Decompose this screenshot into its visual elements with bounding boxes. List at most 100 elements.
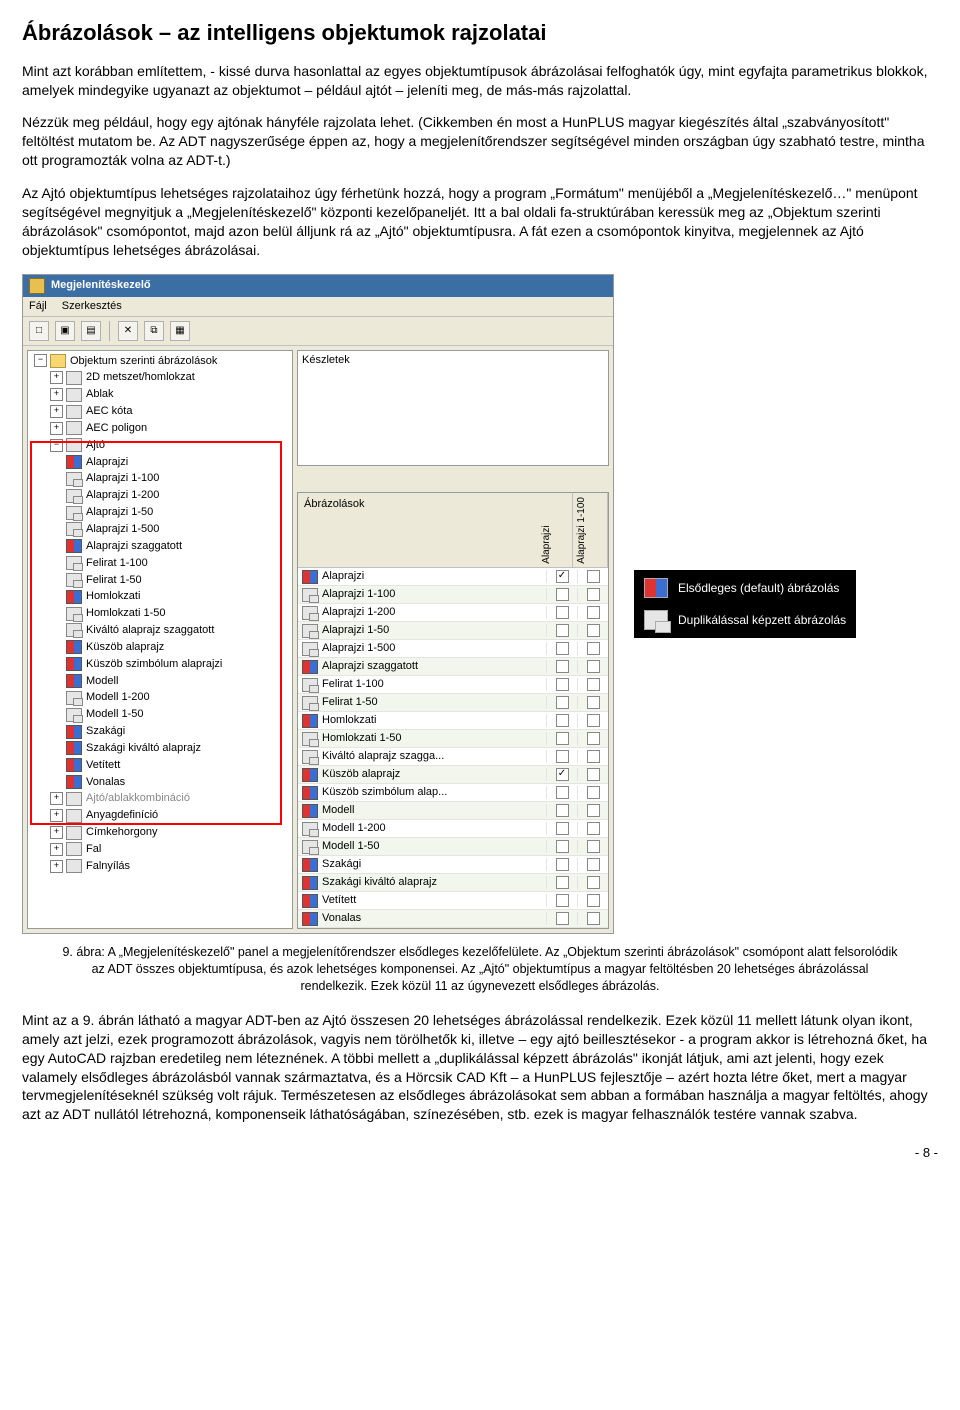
- matrix-row[interactable]: Modell 1-50: [298, 838, 608, 856]
- matrix-row[interactable]: Alaprajzi szaggatott: [298, 658, 608, 676]
- tree-leaf[interactable]: Homlokzati: [30, 588, 290, 605]
- checkbox[interactable]: [556, 642, 569, 655]
- expand-icon[interactable]: +: [50, 388, 63, 401]
- tree-leaf[interactable]: Küszöb alaprajz: [30, 639, 290, 656]
- checkbox[interactable]: [556, 606, 569, 619]
- tree-node[interactable]: +Címkehorgony: [30, 824, 290, 841]
- checkbox[interactable]: [556, 588, 569, 601]
- tree-leaf[interactable]: Modell: [30, 673, 290, 690]
- checkbox[interactable]: [587, 588, 600, 601]
- matrix-row[interactable]: Alaprajzi 1-500: [298, 640, 608, 658]
- checkbox[interactable]: [556, 786, 569, 799]
- checkbox[interactable]: ✓: [556, 768, 569, 781]
- tree-leaf[interactable]: Szakági: [30, 723, 290, 740]
- tree-root[interactable]: − Objektum szerinti ábrázolások: [30, 353, 290, 370]
- window-titlebar[interactable]: Megjelenítéskezelő: [23, 275, 613, 297]
- tree-leaf[interactable]: Kiváltó alaprajz szaggatott: [30, 622, 290, 639]
- matrix-row[interactable]: Kiváltó alaprajz szagga...: [298, 748, 608, 766]
- checkbox[interactable]: [587, 678, 600, 691]
- checkbox[interactable]: [556, 858, 569, 871]
- checkbox[interactable]: [556, 912, 569, 925]
- checkbox[interactable]: [587, 624, 600, 637]
- tree-leaf[interactable]: Alaprajzi 1-50: [30, 504, 290, 521]
- checkbox[interactable]: [587, 822, 600, 835]
- tool-open-icon[interactable]: ▣: [55, 321, 75, 341]
- expand-icon[interactable]: +: [50, 860, 63, 873]
- expand-icon[interactable]: −: [50, 439, 63, 452]
- matrix-row[interactable]: Modell: [298, 802, 608, 820]
- matrix-row[interactable]: Vonalas: [298, 910, 608, 928]
- tree-leaf[interactable]: Alaprajzi 1-200: [30, 487, 290, 504]
- checkbox[interactable]: [587, 804, 600, 817]
- matrix-row[interactable]: Alaprajzi 1-200: [298, 604, 608, 622]
- checkbox[interactable]: [587, 894, 600, 907]
- menu-edit[interactable]: Szerkesztés: [62, 300, 122, 312]
- expand-icon[interactable]: +: [50, 792, 63, 805]
- tool-new-icon[interactable]: □: [29, 321, 49, 341]
- checkbox[interactable]: [556, 714, 569, 727]
- tree-leaf[interactable]: Modell 1-50: [30, 706, 290, 723]
- tree-leaf[interactable]: Homlokzati 1-50: [30, 605, 290, 622]
- checkbox[interactable]: [587, 768, 600, 781]
- tool-save-icon[interactable]: ▤: [81, 321, 101, 341]
- checkbox[interactable]: [556, 840, 569, 853]
- tree-node[interactable]: +Falnyílás: [30, 858, 290, 875]
- checkbox[interactable]: [587, 840, 600, 853]
- matrix-row[interactable]: Modell 1-200: [298, 820, 608, 838]
- matrix-row[interactable]: Szakági: [298, 856, 608, 874]
- tree-node[interactable]: +Fal: [30, 841, 290, 858]
- matrix-row[interactable]: Alaprajzi 1-100: [298, 586, 608, 604]
- expand-icon[interactable]: +: [50, 371, 63, 384]
- checkbox[interactable]: [587, 606, 600, 619]
- checkbox[interactable]: [556, 822, 569, 835]
- tree-pane[interactable]: − Objektum szerinti ábrázolások +2D mets…: [27, 350, 293, 930]
- tree-node-ajto[interactable]: − Ajtó: [30, 437, 290, 454]
- checkbox[interactable]: [587, 858, 600, 871]
- tool-copy-icon[interactable]: ⧉: [144, 321, 164, 341]
- expand-icon[interactable]: +: [50, 843, 63, 856]
- checkbox[interactable]: [587, 750, 600, 763]
- checkbox[interactable]: [556, 660, 569, 673]
- matrix-row[interactable]: Alaprajzi 1-50: [298, 622, 608, 640]
- tool-paste-icon[interactable]: ▦: [170, 321, 190, 341]
- tree-leaf[interactable]: Alaprajzi szaggatott: [30, 538, 290, 555]
- tree-leaf[interactable]: Szakági kiváltó alaprajz: [30, 740, 290, 757]
- tree-leaf[interactable]: Modell 1-200: [30, 689, 290, 706]
- matrix-row[interactable]: Küszöb szimbólum alap...: [298, 784, 608, 802]
- tree-node[interactable]: +Anyagdefiníció: [30, 807, 290, 824]
- matrix-row[interactable]: Homlokzati 1-50: [298, 730, 608, 748]
- expand-icon[interactable]: +: [50, 809, 63, 822]
- checkbox[interactable]: [587, 732, 600, 745]
- checkbox[interactable]: [587, 714, 600, 727]
- checkbox[interactable]: [587, 912, 600, 925]
- menu-file[interactable]: Fájl: [29, 300, 47, 312]
- tool-cut-icon[interactable]: ✕: [118, 321, 138, 341]
- checkbox[interactable]: [587, 696, 600, 709]
- tree-leaf[interactable]: Küszöb szimbólum alaprajzi: [30, 656, 290, 673]
- expand-icon[interactable]: +: [50, 405, 63, 418]
- expand-icon[interactable]: +: [50, 826, 63, 839]
- sets-panel[interactable]: Készletek: [297, 350, 609, 466]
- checkbox[interactable]: [587, 876, 600, 889]
- tree-node[interactable]: +AEC kóta: [30, 403, 290, 420]
- matrix-row[interactable]: Felirat 1-100: [298, 676, 608, 694]
- checkbox[interactable]: [587, 642, 600, 655]
- tree-node[interactable]: +AEC poligon: [30, 420, 290, 437]
- checkbox[interactable]: [556, 876, 569, 889]
- expand-icon[interactable]: −: [34, 354, 47, 367]
- tree-node[interactable]: +Ablak: [30, 386, 290, 403]
- matrix-row[interactable]: Küszöb alaprajz✓: [298, 766, 608, 784]
- checkbox[interactable]: [556, 732, 569, 745]
- checkbox[interactable]: [587, 786, 600, 799]
- expand-icon[interactable]: +: [50, 422, 63, 435]
- checkbox[interactable]: ✓: [556, 570, 569, 583]
- checkbox[interactable]: [556, 750, 569, 763]
- checkbox[interactable]: [587, 660, 600, 673]
- representations-matrix[interactable]: Ábrázolások Alaprajzi Alaprajzi 1-100 Al…: [297, 492, 609, 930]
- matrix-row[interactable]: Szakági kiváltó alaprajz: [298, 874, 608, 892]
- matrix-row[interactable]: Felirat 1-50: [298, 694, 608, 712]
- tree-leaf[interactable]: Alaprajzi 1-100: [30, 470, 290, 487]
- checkbox[interactable]: [556, 624, 569, 637]
- tree-node-ajto-kombo[interactable]: + Ajtó/ablakkombináció: [30, 790, 290, 807]
- checkbox[interactable]: [556, 678, 569, 691]
